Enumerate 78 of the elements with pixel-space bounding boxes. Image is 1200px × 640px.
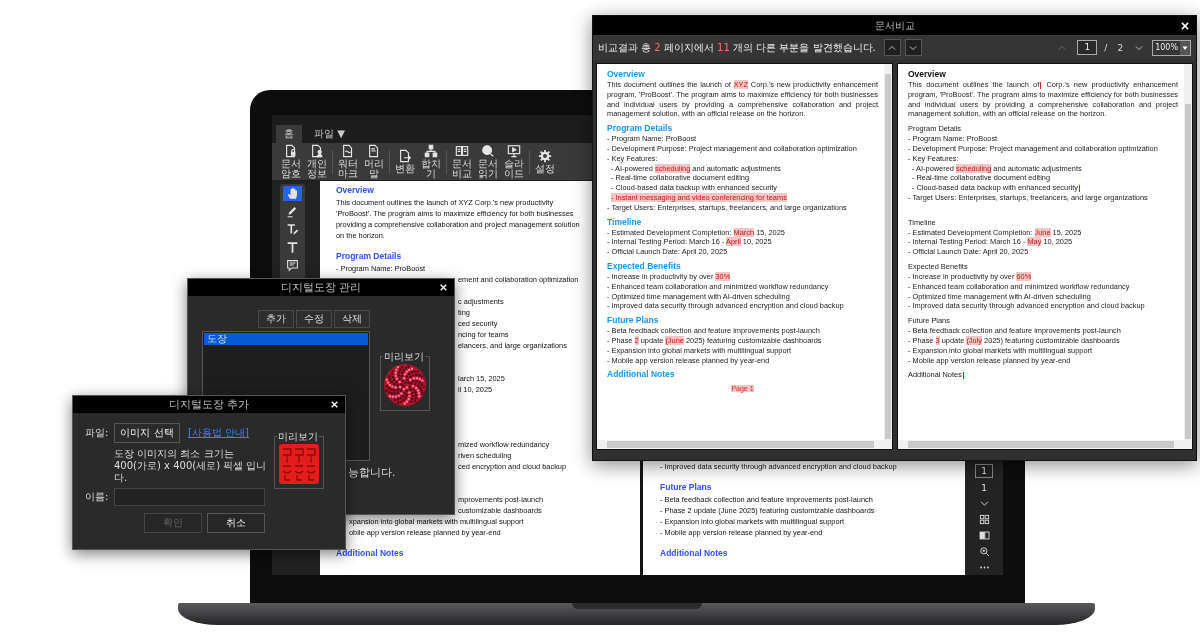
section-heading: Program Details — [336, 250, 402, 263]
two-documents-icon — [455, 144, 469, 158]
help-link[interactable]: [사용법 안내] — [188, 426, 249, 440]
settings-icon — [538, 149, 552, 163]
section-heading: Timeline — [607, 216, 642, 228]
horizontal-scrollbar[interactable] — [597, 440, 884, 449]
round-seal-drawing — [383, 363, 427, 407]
toolbar-button[interactable]: 문서비교 — [451, 144, 473, 179]
tool-button[interactable] — [283, 186, 302, 201]
result-summary: 비교결과 총 2 페이지에서 11 개의 다른 부분을 발견했습니다. — [598, 40, 876, 55]
next-difference-button[interactable] — [904, 39, 922, 56]
close-icon[interactable] — [330, 400, 339, 409]
grid-icon[interactable] — [978, 514, 990, 525]
zoom-dropdown[interactable]: 100% — [1152, 39, 1191, 56]
field-label: 이름: — [85, 490, 110, 504]
previous-difference-button[interactable] — [883, 39, 901, 56]
window-title: 디지털도장 관리 — [280, 280, 362, 295]
dialog-button[interactable]: 취소 — [207, 513, 265, 533]
document-lines-icon — [367, 144, 381, 158]
window-title: 문서비교 — [874, 18, 915, 33]
preview-label: 미리보기 — [383, 351, 425, 362]
document-wave-icon — [341, 144, 355, 158]
close-icon[interactable] — [1180, 20, 1190, 31]
toolbar-button[interactable]: 변환 — [394, 149, 416, 174]
field-label: 파일: — [85, 426, 110, 440]
section-heading: Expected Benefits — [607, 260, 681, 272]
section-heading: Future Plans — [607, 315, 659, 327]
vertical-scrollbar[interactable] — [1184, 64, 1192, 449]
menu-tab[interactable]: 파일 ▼ — [306, 125, 353, 143]
section-heading: Future Plans — [660, 481, 712, 494]
horizontal-scrollbar[interactable] — [898, 440, 1184, 449]
document-person-icon — [310, 144, 324, 158]
toolbar-button[interactable]: 머리말 — [363, 144, 385, 179]
dialog-button[interactable]: 삭제 — [334, 310, 370, 328]
chevron-down-icon[interactable] — [978, 498, 990, 509]
text-tool-icon — [286, 241, 299, 254]
vertical-scrollbar[interactable] — [884, 64, 892, 449]
page-count: 1 — [981, 483, 987, 493]
comment-icon — [286, 259, 299, 272]
toolbar-button[interactable]: 개인정보 — [306, 144, 328, 179]
hand-icon — [286, 187, 299, 200]
note-text: 능합니다. — [348, 466, 397, 479]
text-pen-icon — [286, 223, 299, 236]
toolbar-button[interactable]: 슬라이드 — [503, 144, 525, 179]
section-heading: Additional Notes — [336, 547, 404, 560]
toolbar-button[interactable]: 문서 읽기 — [477, 144, 499, 179]
hierarchy-icon — [424, 144, 438, 158]
description-text: 도장 이미지의 최소 크기는 400(가로) x 400(세로) 픽셀 입니다. — [114, 448, 268, 484]
section-heading: Overview — [336, 184, 374, 197]
window-title: 디지털도장 추가 — [168, 397, 250, 412]
menu-tab[interactable]: 홈 — [276, 125, 302, 143]
close-icon[interactable] — [439, 283, 448, 292]
toolbar-button[interactable]: 워터마크 — [337, 144, 359, 179]
toolbar-button[interactable]: 합치기 — [420, 144, 442, 179]
name-field[interactable] — [114, 488, 265, 506]
preview-label: 미리보기 — [277, 431, 319, 442]
document-lock-icon — [284, 144, 298, 158]
section-heading: Overview — [908, 69, 946, 80]
square-seal-drawing — [279, 444, 319, 484]
monitor-icon — [507, 144, 521, 158]
page-field[interactable]: 1 — [1077, 40, 1098, 55]
section-heading: Additional Notes — [607, 369, 675, 381]
section-heading: Program Details — [607, 123, 673, 135]
choose-image-button[interactable]: 이미지 선택 — [114, 423, 180, 443]
dialog-button[interactable]: 수정 — [296, 310, 332, 328]
pen-icon — [286, 205, 299, 218]
two-page-icon[interactable] — [978, 530, 990, 541]
page-separator: / — [1104, 42, 1108, 53]
toolbar-button[interactable]: 문서암호 — [280, 144, 302, 179]
list-item[interactable]: 도장 — [204, 333, 368, 345]
document-arrow-icon — [398, 149, 412, 163]
zoom-icon[interactable] — [978, 546, 990, 557]
section-heading: Overview — [607, 69, 645, 80]
page-field[interactable]: 1 — [975, 464, 993, 478]
section-heading: Additional Notes — [660, 547, 728, 560]
page-total: 2 — [1117, 42, 1124, 53]
toolbar-button[interactable]: 설정 — [534, 149, 556, 174]
dialog-button[interactable]: 추가 — [258, 310, 294, 328]
